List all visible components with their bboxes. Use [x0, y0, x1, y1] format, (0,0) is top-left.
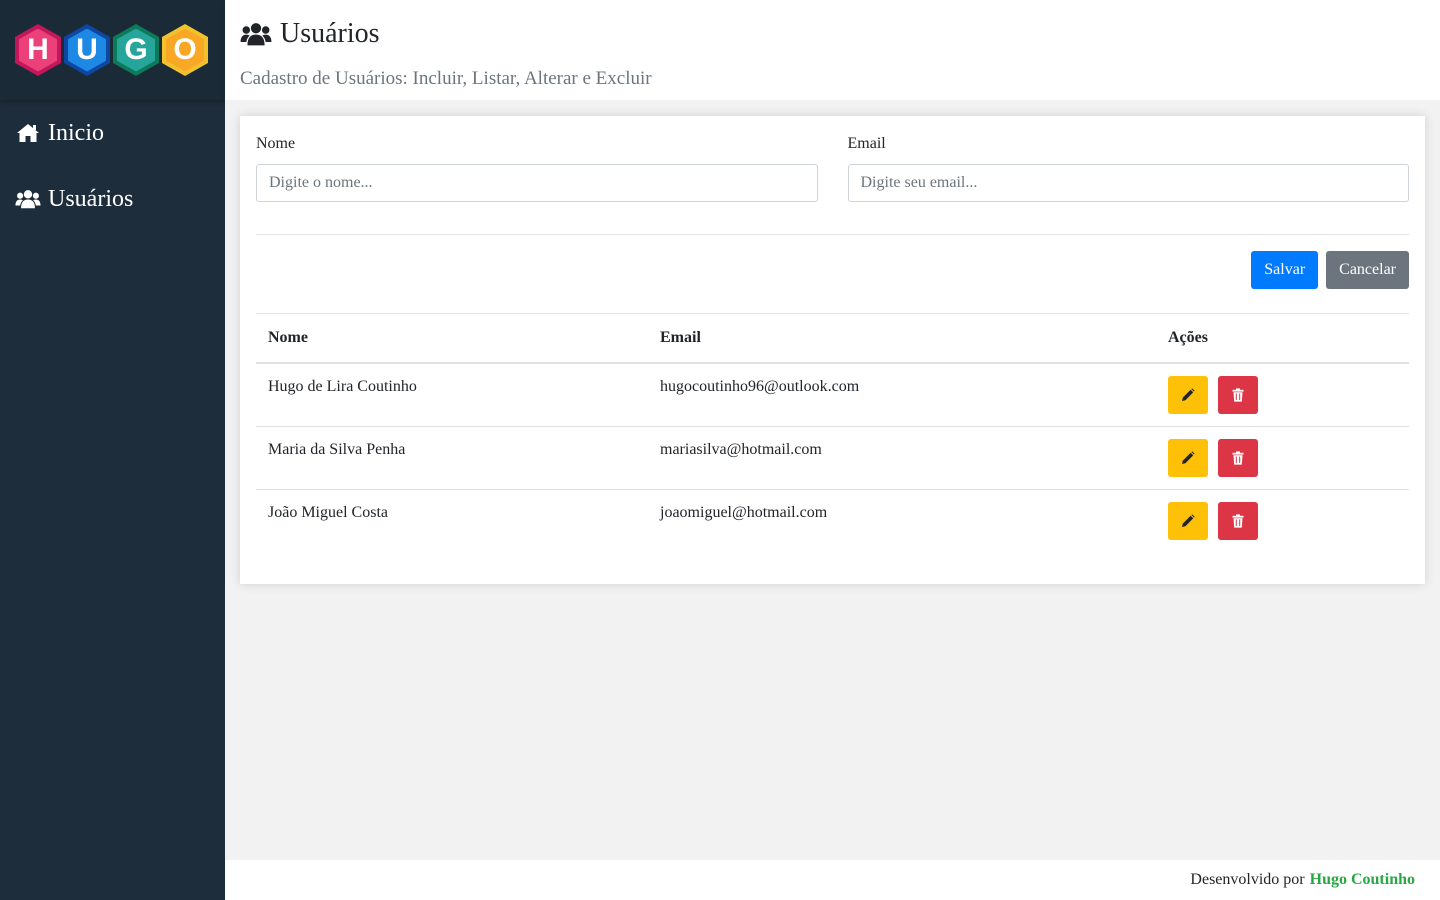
sidebar-nav: Inicio Usuários	[0, 100, 225, 232]
logo[interactable]: H U G O	[0, 0, 225, 100]
edit-button[interactable]	[1168, 501, 1208, 540]
users-icon	[240, 23, 272, 46]
sidebar-item-label: Inicio	[48, 119, 104, 146]
edit-button[interactable]	[1168, 376, 1208, 414]
user-card: Nome Email Salvar Cancelar Nome Email Aç…	[240, 116, 1425, 584]
sidebar: H U G O Inicio Usuários	[0, 0, 225, 900]
edit-button[interactable]	[1168, 438, 1208, 477]
table-row: Hugo de Lira Coutinho hugocoutinho96@out…	[256, 363, 1409, 427]
logo-hex-h: H	[15, 24, 61, 76]
name-label: Nome	[256, 135, 296, 152]
table-row: Maria da Silva Penha mariasilva@hotmail.…	[256, 426, 1409, 490]
cell-email: hugocoutinho96@outlook.com	[648, 363, 1156, 427]
main-content: Nome Email Salvar Cancelar Nome Email Aç…	[225, 100, 1440, 860]
cancel-button[interactable]: Cancelar	[1326, 251, 1409, 289]
logo-letter: U	[68, 28, 106, 72]
cell-name: Maria da Silva Penha	[256, 426, 648, 490]
column-header-acoes: Ações	[1156, 314, 1409, 364]
sidebar-item-label: Usuários	[48, 185, 134, 212]
pencil-icon	[1182, 388, 1195, 401]
logo-letter: O	[166, 28, 204, 72]
logo-hex-g: G	[113, 24, 159, 76]
cell-actions	[1156, 363, 1409, 427]
footer-author[interactable]: Hugo Coutinho	[1310, 871, 1415, 889]
table-header-row: Nome Email Ações	[256, 314, 1409, 364]
delete-button[interactable]	[1218, 501, 1258, 540]
logo-hex-o: O	[162, 24, 208, 76]
cell-name: João Miguel Costa	[268, 503, 388, 521]
logo-letter: H	[19, 28, 57, 72]
trash-icon	[1232, 388, 1244, 402]
cell-actions	[1156, 489, 1409, 552]
page-title-text: Usuários	[280, 18, 380, 49]
form-actions: Salvar Cancelar	[256, 251, 1409, 289]
users-table: Nome Email Ações Hugo de Lira Coutinho h…	[256, 314, 1409, 552]
cell-actions	[1156, 426, 1409, 490]
user-form: Nome Email	[256, 134, 1409, 202]
sidebar-item-inicio[interactable]: Inicio	[0, 100, 225, 166]
delete-button[interactable]	[1218, 438, 1258, 477]
footer-prefix: Desenvolvido por	[1190, 871, 1305, 888]
name-group: Nome	[256, 134, 818, 202]
trash-icon	[1232, 450, 1244, 465]
delete-button[interactable]	[1218, 376, 1258, 414]
logo-hex-u: U	[64, 24, 110, 76]
email-label: Email	[847, 135, 886, 152]
pencil-icon	[1182, 513, 1195, 527]
column-header-email: Email	[648, 314, 1156, 364]
logo-letter: G	[117, 28, 155, 72]
email-group: Email	[847, 134, 1409, 202]
sidebar-item-usuarios[interactable]: Usuários	[0, 166, 225, 232]
pencil-icon	[1182, 450, 1195, 464]
page-header: Usuários Cadastro de Usuários: Incluir, …	[225, 0, 1440, 100]
page-subtitle: Cadastro de Usuários: Incluir, Listar, A…	[240, 68, 652, 89]
home-icon	[17, 124, 39, 142]
page-title: Usuários	[240, 14, 1425, 54]
users-icon	[15, 190, 41, 209]
email-input[interactable]	[847, 164, 1409, 202]
trash-icon	[1232, 513, 1244, 528]
divider	[256, 234, 1409, 235]
cell-email: mariasilva@hotmail.com	[648, 426, 1156, 490]
save-button[interactable]: Salvar	[1251, 251, 1319, 289]
cell-email: joaomiguel@hotmail.com	[660, 503, 828, 521]
cell-name: Hugo de Lira Coutinho	[256, 363, 648, 427]
column-header-nome: Nome	[256, 314, 648, 364]
table-row: João Miguel Costa joaomiguel@hotmail.com	[256, 489, 1409, 552]
footer: Desenvolvido por Hugo Coutinho	[225, 860, 1440, 900]
name-input[interactable]	[256, 164, 818, 202]
